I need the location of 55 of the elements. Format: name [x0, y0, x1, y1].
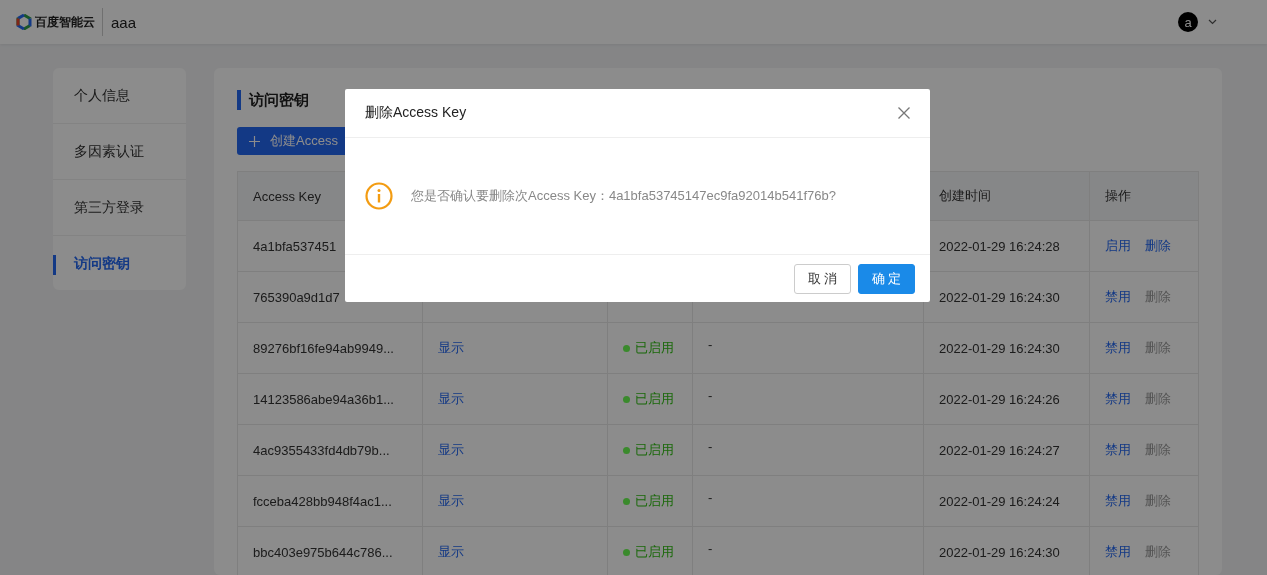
access-key-text: bbc403e975b644c786... — [253, 544, 393, 560]
close-icon[interactable] — [898, 107, 910, 119]
created-time: 2022-01-29 16:24:28 — [939, 238, 1060, 254]
cancel-button[interactable]: 取 消 — [794, 263, 851, 294]
created-time: 2022-01-29 16:24:30 — [939, 340, 1060, 356]
access-key-text: fcceba428bb948f4ac1... — [253, 493, 392, 509]
sidebar-item[interactable]: 第三方登录 — [53, 180, 186, 236]
sidebar-item[interactable]: 多因素认证 — [53, 124, 186, 180]
plus-icon — [249, 135, 260, 147]
status-label: 已启用 — [635, 390, 674, 408]
access-key-text: 14123586abe94a36b1... — [253, 391, 394, 407]
action-link[interactable]: 禁用 — [1105, 339, 1131, 357]
sidebar-item[interactable]: 访问密钥 — [53, 236, 186, 291]
logo-icon — [16, 14, 32, 30]
show-link[interactable]: 显示 — [438, 339, 464, 357]
created-time: 2022-01-29 16:24:30 — [939, 544, 1060, 560]
status-label: 已启用 — [635, 339, 674, 357]
access-key-text: 4ac9355433fd4db79b... — [253, 442, 390, 458]
created-time: 2022-01-29 16:24:26 — [939, 391, 1060, 407]
account-name: aaa — [111, 13, 137, 31]
created-time: 2022-01-29 16:24:27 — [939, 442, 1060, 458]
section-title: 访问密钥 — [249, 90, 309, 110]
avatar[interactable]: a — [1178, 12, 1198, 32]
description-text: - — [708, 337, 713, 352]
show-link[interactable]: 显示 — [438, 390, 464, 408]
confirm-button[interactable]: 确 定 — [858, 263, 915, 294]
chevron-down-icon[interactable] — [1208, 19, 1217, 25]
action-link[interactable]: 删除 — [1145, 237, 1171, 255]
created-time: 2022-01-29 16:24:30 — [939, 289, 1060, 305]
action-link[interactable]: 禁用 — [1105, 390, 1131, 408]
info-icon — [365, 182, 393, 210]
action-link[interactable]: 启用 — [1105, 237, 1131, 255]
description-text: - — [708, 439, 713, 454]
dialog-title: 删除Access Key — [365, 104, 467, 122]
status-label: 已启用 — [635, 441, 674, 459]
action-link[interactable]: 禁用 — [1105, 441, 1131, 459]
status-label: 已启用 — [635, 543, 674, 561]
show-link[interactable]: 显示 — [438, 492, 464, 510]
show-link[interactable]: 显示 — [438, 543, 464, 561]
action-link[interactable]: 禁用 — [1105, 288, 1131, 306]
title-marker — [237, 90, 241, 110]
description-text: - — [708, 541, 713, 556]
description-text: - — [708, 388, 713, 403]
status-label: 已启用 — [635, 492, 674, 510]
sidebar-item[interactable]: 个人信息 — [53, 68, 186, 124]
column-header: 操作 — [1104, 187, 1132, 205]
description-text: - — [708, 490, 713, 505]
created-time: 2022-01-29 16:24:24 — [939, 493, 1060, 509]
access-key-text: 765390a9d1d7 — [253, 289, 340, 305]
brand-name[interactable]: 百度智能云 — [35, 13, 95, 31]
action-link[interactable]: 禁用 — [1105, 492, 1131, 510]
access-key-text: 89276bf16fe94ab9949... — [253, 340, 394, 356]
access-key-text: 4a1bfa537451 — [253, 238, 337, 254]
show-link[interactable]: 显示 — [438, 441, 464, 459]
action-link[interactable]: 禁用 — [1105, 543, 1131, 561]
